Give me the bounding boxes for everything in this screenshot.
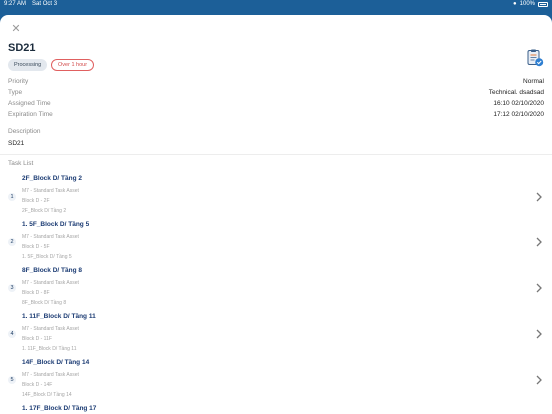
task-title: 1. 5F_Block D/ Tầng 5 (22, 221, 90, 228)
info-label: Priority (8, 78, 29, 85)
task-subtitle: Block D - 8F (22, 290, 50, 296)
task-subtitle: Block D - 11F (22, 336, 52, 342)
task-subtitle: M7 - Standard Task Asset (22, 280, 79, 286)
battery-percent: 100% (519, 1, 535, 7)
info-row-priority: Priority Normal (8, 78, 544, 88)
battery-icon (538, 2, 548, 7)
task-number-badge: 5 (8, 376, 16, 384)
status-left: 9:27 AM Sat Oct 3 (4, 0, 57, 9)
task-subtitle: 1. 11F_Block D/ Tầng 11 (22, 346, 77, 352)
chevron-right-icon[interactable] (535, 375, 543, 385)
info-value: 16:10 02/10/2020 (493, 100, 544, 107)
task-list-item[interactable]: 5 14F_Block D/ Tầng 14 M7 - Standard Tas… (0, 359, 552, 404)
task-list-label: Task List (8, 160, 34, 167)
task-list-item[interactable]: 1. 17F_Block D/ Tầng 17 (0, 405, 552, 414)
status-time: 9:27 AM (4, 1, 27, 7)
overdue-badge: Over 1 hour (51, 59, 95, 71)
task-number-badge: 2 (8, 238, 16, 246)
task-subtitle: M7 - Standard Task Asset (22, 234, 79, 240)
task-detail-sheet: ✕ SD21 Processing Over 1 hour Priority N… (0, 15, 552, 414)
info-row-expiration-time: Expiration Time 17:12 02/10/2020 (8, 111, 544, 121)
info-row-type: Type Technical. dsadsad (8, 89, 544, 99)
status-badge: Processing (8, 59, 48, 71)
task-title: 14F_Block D/ Tầng 14 (22, 359, 90, 366)
info-value: Normal (523, 78, 544, 85)
task-subtitle: 14F_Block D/ Tầng 14 (22, 392, 72, 398)
task-number-badge: 1 (8, 193, 16, 201)
task-subtitle: Block D - 2F (22, 198, 50, 204)
description-value: SD21 (8, 140, 25, 147)
report-icon[interactable] (526, 49, 544, 67)
status-right: ● 100% (513, 0, 548, 9)
task-number-badge: 3 (8, 284, 16, 292)
chevron-right-icon[interactable] (535, 283, 543, 293)
task-list-item[interactable]: 1 2F_Block D/ Tầng 2 M7 - Standard Task … (0, 175, 552, 220)
task-list-item[interactable]: 3 8F_Block D/ Tầng 8 M7 - Standard Task … (0, 267, 552, 312)
task-title: 1. 11F_Block D/ Tầng 11 (22, 313, 96, 320)
task-title: 1. 17F_Block D/ Tầng 17 (22, 405, 97, 412)
divider (0, 154, 552, 155)
info-value: Technical. dsadsad (488, 89, 544, 96)
wifi-icon: ● (513, 1, 517, 7)
page-title: SD21 (8, 42, 36, 54)
task-subtitle: M7 - Standard Task Asset (22, 188, 79, 194)
chevron-right-icon[interactable] (535, 192, 543, 202)
task-title: 2F_Block D/ Tầng 2 (22, 175, 82, 182)
info-row-assigned-time: Assigned Time 16:10 02/10/2020 (8, 100, 544, 110)
task-list-item[interactable]: 2 1. 5F_Block D/ Tầng 5 M7 - Standard Ta… (0, 221, 552, 266)
status-bar: 9:27 AM Sat Oct 3 ● 100% (0, 0, 552, 12)
chevron-right-icon[interactable] (535, 237, 543, 247)
info-label: Expiration Time (8, 111, 53, 118)
status-date: Sat Oct 3 (32, 1, 58, 7)
task-subtitle: Block D - 5F (22, 244, 50, 250)
task-subtitle: Block D - 14F (22, 382, 53, 388)
task-number-badge: 4 (8, 330, 16, 338)
task-list-item[interactable]: 4 1. 11F_Block D/ Tầng 11 M7 - Standard … (0, 313, 552, 358)
task-subtitle: 8F_Block D/ Tầng 8 (22, 300, 67, 306)
task-title: 8F_Block D/ Tầng 8 (22, 267, 82, 274)
task-subtitle: M7 - Standard Task Asset (22, 372, 79, 378)
task-subtitle: 1. 5F_Block D/ Tầng 5 (22, 254, 72, 260)
task-subtitle: M7 - Standard Task Asset (22, 326, 79, 332)
task-subtitle: 2F_Block D/ Tầng 2 (22, 208, 67, 214)
description-label: Description (8, 128, 41, 135)
info-label: Assigned Time (8, 100, 51, 107)
info-value: 17:12 02/10/2020 (493, 111, 544, 118)
info-label: Type (8, 89, 23, 96)
chevron-right-icon[interactable] (535, 329, 543, 339)
close-icon[interactable]: ✕ (10, 23, 22, 35)
